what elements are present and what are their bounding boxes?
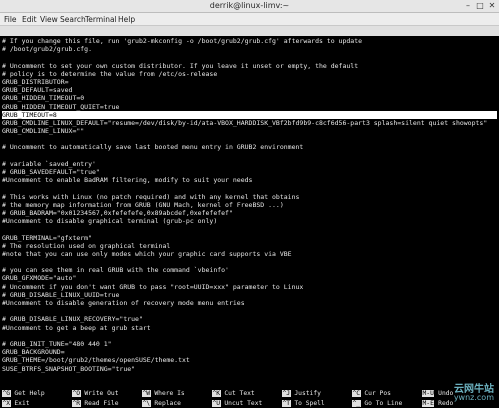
editor-line[interactable]: # GRUB_DISABLE_LINUX_RECOVERY="true" xyxy=(2,315,497,323)
editor-line[interactable] xyxy=(2,332,497,340)
editor-line-current[interactable]: GRUB_TIMEOUT=8 xyxy=(2,110,497,119)
editor-line[interactable]: GRUB_TERMINAL="gfxterm" xyxy=(2,234,497,242)
editor-line[interactable]: # Uncomment if you don't want GRUB to pa… xyxy=(2,283,497,291)
menu-edit[interactable]: Edit xyxy=(22,15,37,24)
shortcut-item[interactable]: ^O Write Out xyxy=(72,389,119,398)
editor-line[interactable]: SUSE_BTRFS_SNAPSHOT_BOOTING="true" xyxy=(2,365,497,373)
shortcut-label: Get Help xyxy=(14,390,45,397)
watermark-logo: 云网牛站 ywnz.com xyxy=(434,380,496,406)
editor-line[interactable]: # Uncomment to set your own custom distr… xyxy=(2,62,497,70)
shortcut-label: To Spell xyxy=(294,400,325,407)
editor-line[interactable]: # If you change this file, run 'grub2-mk… xyxy=(2,37,497,45)
editor-line[interactable]: #Uncomment to get a beep at grub start xyxy=(2,324,497,332)
editor-line[interactable]: #Uncomment to enable BadRAM filtering, m… xyxy=(2,176,497,184)
shortcut-item[interactable]: ^C Cur Pos xyxy=(352,389,391,398)
shortcut-item[interactable]: ^\ Replace xyxy=(142,399,181,408)
editor-line[interactable]: # GRUB_SAVEDEFAULT="true" xyxy=(2,168,497,176)
editor-line[interactable]: # /boot/grub2/grub.cfg. xyxy=(2,45,497,53)
close-icon[interactable]: ✕ xyxy=(487,1,497,10)
shortcut-label: Go To Line xyxy=(364,400,403,407)
minimize-icon[interactable]: – xyxy=(463,1,473,10)
shortcut-item[interactable]: ^U Uncut Text xyxy=(212,399,262,408)
editor-line[interactable]: #note that you can use only modes which … xyxy=(2,250,497,258)
editor-line[interactable]: # the memory map information from GRUB (… xyxy=(2,201,497,209)
terminal-window: derrik@linux-limv:~ – □ ✕ File Edit View… xyxy=(0,0,499,408)
editor-line[interactable] xyxy=(2,184,497,192)
editor-line[interactable]: GRUB_DISTRIBUTOR= xyxy=(2,78,497,86)
shortcut-label: Cur Pos xyxy=(364,390,391,397)
title-bar: derrik@linux-limv:~ – □ ✕ xyxy=(0,0,499,13)
shortcut-key: M-U xyxy=(422,390,435,397)
editor-line[interactable]: #Uncomment to disable graphical terminal… xyxy=(2,217,497,225)
shortcut-key: ^X xyxy=(2,400,11,407)
editor-buffer[interactable]: # If you change this file, run 'grub2-mk… xyxy=(2,37,497,373)
editor-line[interactable] xyxy=(2,258,497,266)
editor-line[interactable]: GRUB_CMDLINE_LINUX="" xyxy=(2,127,497,135)
editor-line[interactable]: # This works with Linux (no patch requir… xyxy=(2,193,497,201)
editor-line[interactable]: GRUB_HIDDEN_TIMEOUT_QUIET=true xyxy=(2,103,497,111)
shortcut-item[interactable]: ^T To Spell xyxy=(282,399,325,408)
nano-header: GNU nano 2.9.6 /etc/default/grub xyxy=(0,26,499,55)
shortcut-key: ^_ xyxy=(352,400,361,407)
editor-line[interactable]: GRUB_THEME=/boot/grub2/themes/openSUSE/t… xyxy=(2,356,497,364)
shortcut-key: ^\ xyxy=(142,400,151,407)
watermark-bottom: ywnz.com xyxy=(453,393,494,402)
menu-view[interactable]: View xyxy=(40,15,58,24)
shortcut-item[interactable]: ^G Get Help xyxy=(2,389,45,398)
shortcut-key: ^R xyxy=(72,400,81,407)
shortcut-label: Replace xyxy=(154,400,181,407)
shortcut-key: ^O xyxy=(72,390,81,397)
shortcut-label: Justify xyxy=(294,390,321,397)
shortcut-label: Uncut Text xyxy=(224,400,263,407)
menu-terminal[interactable]: Terminal xyxy=(85,15,117,24)
shortcut-item[interactable]: ^W Where Is xyxy=(142,389,185,398)
editor-line[interactable] xyxy=(2,225,497,233)
editor-line[interactable] xyxy=(2,135,497,143)
shortcut-label: Read File xyxy=(84,400,119,407)
shortcut-label: Where Is xyxy=(154,390,185,397)
shortcut-key: ^W xyxy=(142,390,151,397)
maximize-icon[interactable]: □ xyxy=(475,1,485,10)
editor-line[interactable]: # Uncomment to automatically save last b… xyxy=(2,143,497,151)
shortcut-item[interactable]: ^R Read File xyxy=(72,399,119,408)
editor-line[interactable] xyxy=(2,53,497,61)
shortcut-key: ^C xyxy=(352,390,361,397)
shortcut-key: ^K xyxy=(212,390,221,397)
shortcut-key: ^J xyxy=(282,390,291,397)
editor-line[interactable]: # you can see them in real GRUB with the… xyxy=(2,266,497,274)
editor-line[interactable]: # GRUB_INIT_TUNE="480 440 1" xyxy=(2,340,497,348)
editor-line[interactable]: # The resolution used on graphical termi… xyxy=(2,242,497,250)
editor-line[interactable] xyxy=(2,307,497,315)
shortcut-label: Exit xyxy=(14,400,30,407)
shortcut-key: ^U xyxy=(212,400,221,407)
editor-line[interactable]: GRUB_DEFAULT=saved xyxy=(2,86,497,94)
menu-search[interactable]: Search xyxy=(60,15,86,24)
shortcut-item[interactable]: ^K Cut Text xyxy=(212,389,255,398)
editor-line[interactable] xyxy=(2,152,497,160)
editor-line[interactable]: #Uncomment to disable generation of reco… xyxy=(2,299,497,307)
editor-line[interactable]: GRUB_CMDLINE_LINUX_DEFAULT="resume=/dev/… xyxy=(2,119,497,127)
shortcut-label: Write Out xyxy=(84,390,119,397)
shortcut-item[interactable]: ^_ Go To Line xyxy=(352,399,402,408)
shortcut-bar: ^G Get Help ^O Write Out ^W Where Is ^K Cut… xyxy=(0,389,499,408)
menu-file[interactable]: File xyxy=(4,15,17,24)
editor-line[interactable]: # policy is to determine the value from … xyxy=(2,70,497,78)
editor-line[interactable]: GRUB_GFXMODE="auto" xyxy=(2,274,497,282)
shortcut-item[interactable]: ^J Justify xyxy=(282,389,321,398)
menu-bar: File Edit View Search Terminal Help xyxy=(0,13,499,26)
editor-line[interactable]: # GRUB_DISABLE_LINUX_UUID=true xyxy=(2,291,497,299)
menu-help[interactable]: Help xyxy=(118,15,135,24)
window-title: derrik@linux-limv:~ xyxy=(209,1,290,10)
editor-line[interactable]: # variable `saved_entry' xyxy=(2,160,497,168)
shortcut-label: Cut Text xyxy=(224,390,255,397)
shortcut-key: M-E xyxy=(422,400,435,407)
terminal-area[interactable]: GNU nano 2.9.6 /etc/default/grub # If yo… xyxy=(0,26,499,408)
editor-line[interactable]: GRUB_BACKGROUND= xyxy=(2,348,497,356)
editor-line[interactable]: GRUB_HIDDEN_TIMEOUT=0 xyxy=(2,94,497,102)
shortcut-item[interactable]: ^X Exit xyxy=(2,399,30,408)
shortcut-key: ^G xyxy=(2,390,11,397)
shortcut-key: ^T xyxy=(282,400,291,407)
editor-line[interactable]: # GRUB_BADRAM="0x01234567,0xfefefefe,0x8… xyxy=(2,209,497,217)
